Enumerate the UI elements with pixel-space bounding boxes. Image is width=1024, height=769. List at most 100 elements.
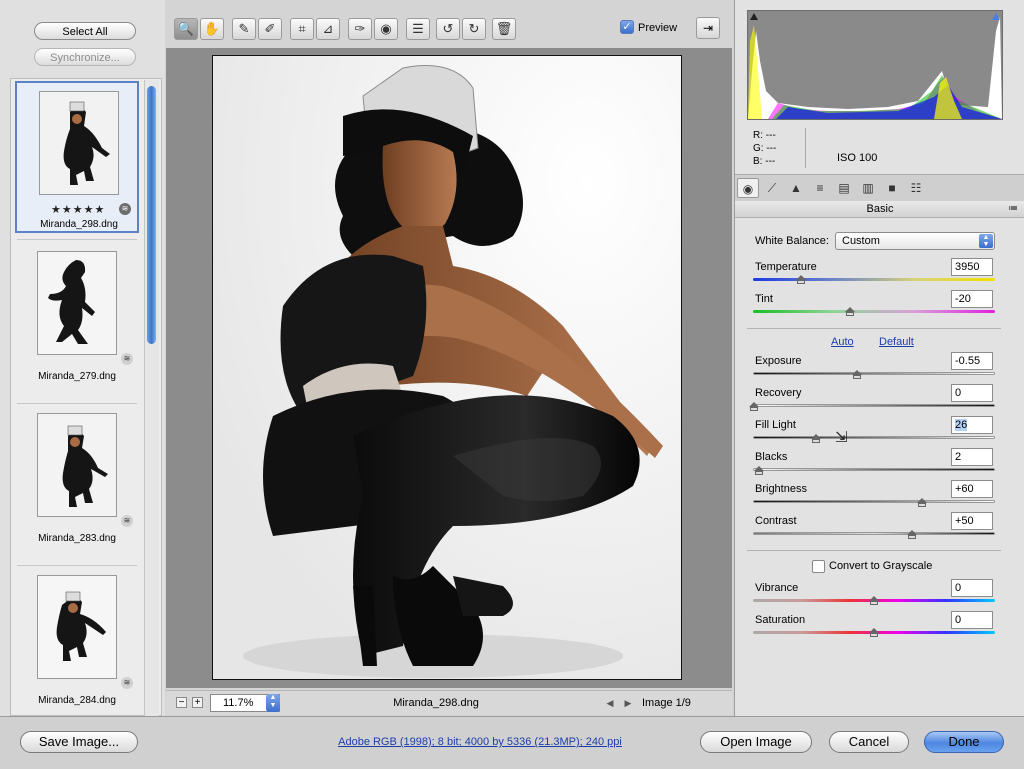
tint-value: -20 [955,293,971,305]
panel-menu-icon[interactable]: ≔ [1008,201,1018,217]
rotate-right-icon[interactable]: ↻ [462,18,486,40]
white-balance-icon[interactable]: ✎ [232,18,256,40]
thumbnail-item[interactable]: ≋ Miranda_279.dng [15,243,139,395]
section-title: Basic [735,201,1024,218]
zoom-icon[interactable]: 🔍 [174,18,198,40]
color-sampler-icon[interactable]: ✐ [258,18,282,40]
zoom-out-icon[interactable]: − [176,697,187,708]
preview-checkbox[interactable]: ✓ [620,20,634,34]
vibrance-slider[interactable] [753,596,995,605]
crop-icon[interactable]: ⌗ [290,18,314,40]
white-balance-select[interactable]: Custom ▲ ▼ [835,232,995,250]
slider-handle[interactable] [796,275,807,284]
tab-split-toning-icon[interactable]: ▤ [833,178,855,198]
trash-icon[interactable]: 🗑 [492,18,516,40]
contrast-label: Contrast [755,515,797,527]
slider-handle[interactable] [753,466,764,475]
rotate-left-icon[interactable]: ↺ [436,18,460,40]
tab-lens-corrections-icon[interactable]: ▥ [857,178,879,198]
recovery-field[interactable]: 0 [951,384,993,402]
red-eye-icon[interactable]: ◉ [374,18,398,40]
grayscale-checkbox[interactable] [812,560,825,573]
straighten-icon[interactable]: ⊿ [316,18,340,40]
auto-link[interactable]: Auto [831,336,854,348]
image-canvas[interactable] [166,48,732,688]
contrast-field[interactable]: +50 [951,512,993,530]
chevron-updown-icon: ▲ ▼ [979,234,993,248]
slider-handle[interactable] [869,596,879,605]
hand-icon[interactable]: ✋ [200,18,224,40]
slider-handle[interactable] [917,498,927,507]
tab-tone-curve-icon[interactable]: ⟋ [761,178,783,198]
temperature-field[interactable]: 3950 [951,258,993,276]
histogram [747,10,1003,120]
red-readout: R: --- [753,130,776,141]
tab-hsl-icon[interactable]: ≡ [809,178,831,198]
cancel-button[interactable]: Cancel [829,731,909,753]
green-readout: G: --- [753,143,777,154]
done-button[interactable]: Done [924,731,1004,753]
thumbnail-item[interactable]: ★★★★★ ≋ Miranda_298.dng [15,81,139,233]
saturation-slider[interactable] [753,628,995,637]
slider-handle[interactable] [907,530,918,539]
slider-handle[interactable] [852,370,863,379]
tab-detail-icon[interactable]: ▲ [785,178,807,198]
tint-slider[interactable] [753,307,995,316]
open-image-button[interactable]: Open Image [700,731,812,753]
blue-value: --- [765,156,776,167]
retouch-icon[interactable]: ✑ [348,18,372,40]
contrast-slider[interactable] [753,530,995,539]
next-image-icon[interactable]: ▶ [620,696,636,710]
shadow-clipping-icon[interactable] [750,13,758,20]
blacks-slider[interactable] [753,466,995,475]
tab-camera-calibration-icon[interactable]: ■ [881,178,903,198]
blacks-field[interactable]: 2 [951,448,993,466]
scrollbar-thumb[interactable] [147,86,156,344]
thumbnail-name: Miranda_284.dng [38,695,116,706]
temperature-slider[interactable] [753,275,995,284]
fill-light-slider[interactable] [753,434,995,443]
exposure-value: -0.55 [955,355,981,367]
recovery-slider[interactable] [749,402,995,411]
highlight-clipping-icon[interactable] [992,13,1000,20]
contrast-value: +50 [955,515,974,527]
tab-basic-icon[interactable]: ◉ [737,178,759,198]
select-all-button[interactable]: Select All [34,22,136,40]
exposure-field[interactable]: -0.55 [951,352,993,370]
panel-tabs: ◉ ⟋ ▲ ≡ ▤ ▥ ■ ☷ [735,174,1024,202]
default-link[interactable]: Default [879,336,914,348]
vibrance-field[interactable]: 0 [951,579,993,597]
preferences-icon[interactable]: ☰ [406,18,430,40]
recovery-label: Recovery [755,387,802,399]
filmstrip-scrollbar[interactable] [144,80,159,716]
chevron-updown-icon[interactable]: ▲ ▼ [266,694,280,712]
blue-readout: B: --- [753,156,776,167]
slider-handle[interactable] [811,434,822,443]
thumbnail-item[interactable]: ≋ Miranda_284.dng [15,567,139,715]
zoom-in-icon[interactable]: + [192,697,203,708]
save-image-button[interactable]: Save Image... [20,731,138,753]
vibrance-value: 0 [955,582,962,594]
fullscreen-toggle-icon[interactable]: ⇥ [696,17,720,39]
tint-field[interactable]: -20 [951,290,993,308]
edited-badge-icon: ≋ [119,203,131,215]
previous-image-icon[interactable]: ◀ [602,696,618,710]
slider-handle[interactable] [749,402,759,411]
synchronize-button[interactable]: Synchronize... [34,48,136,66]
workflow-options-link[interactable]: Adobe RGB (1998); 8 bit; 4000 by 5336 (2… [300,736,660,748]
white-balance-value: Custom [842,235,880,247]
saturation-value: 0 [955,614,962,626]
tab-presets-icon[interactable]: ☷ [905,178,927,198]
thumbnail-name: Miranda_283.dng [38,533,116,544]
saturation-field[interactable]: 0 [951,611,993,629]
brightness-field[interactable]: +60 [951,480,993,498]
thumbnail-item[interactable]: ≋ Miranda_283.dng [15,405,139,557]
brightness-slider[interactable] [753,498,995,507]
star-rating[interactable]: ★★★★★ [51,203,105,216]
fill-light-field[interactable]: 26 [951,416,993,434]
grayscale-label: Convert to Grayscale [829,560,933,572]
slider-handle[interactable] [844,307,855,316]
exposure-slider[interactable] [753,370,995,379]
edited-badge-icon: ≋ [121,353,133,365]
slider-handle[interactable] [869,628,879,637]
